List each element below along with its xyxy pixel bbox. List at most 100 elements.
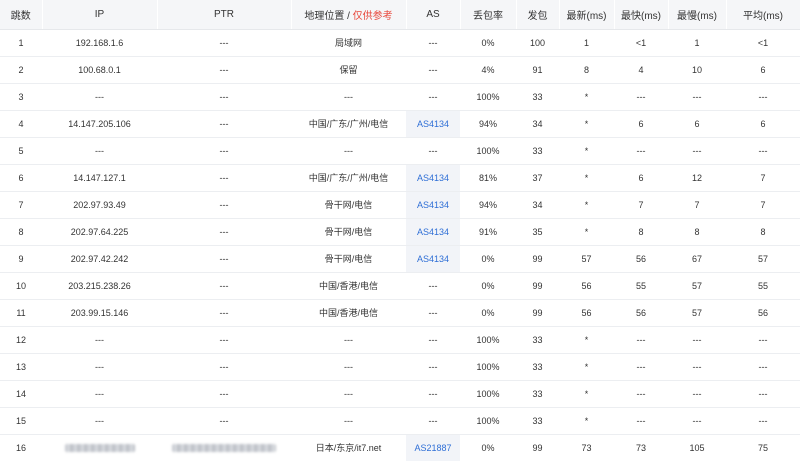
cell-as[interactable]: AS4134 bbox=[406, 218, 460, 245]
cell-avg: --- bbox=[758, 388, 768, 399]
col-ptr[interactable]: PTR bbox=[157, 0, 292, 30]
cell-worst: 12 bbox=[691, 172, 702, 183]
cell-ptr: --- bbox=[219, 388, 229, 399]
cell-ptr: --- bbox=[219, 172, 229, 183]
cell-as: --- bbox=[428, 388, 438, 399]
cell-last: * bbox=[584, 145, 589, 156]
cell-hop: 8 bbox=[18, 226, 24, 237]
as-link[interactable]: AS4134 bbox=[417, 200, 449, 210]
as-link[interactable]: AS4134 bbox=[417, 119, 449, 129]
cell-best: 7 bbox=[638, 199, 644, 210]
cell-as: --- bbox=[428, 280, 438, 291]
cell-ip: 14.147.127.1 bbox=[73, 172, 126, 183]
cell-best: 6 bbox=[638, 172, 644, 183]
table-row: 5 --- --- --- --- 100% 33 * --- --- --- bbox=[0, 137, 800, 164]
cell-as[interactable]: AS4134 bbox=[406, 245, 460, 272]
cell-sent: 34 bbox=[532, 199, 543, 210]
cell-sent: 33 bbox=[532, 91, 543, 102]
table-row: 2 100.68.0.1 --- 保留 --- 4% 91 8 4 10 6 bbox=[0, 56, 800, 83]
cell-geo: 中国/香港/电信 bbox=[318, 308, 378, 318]
cell-last: 56 bbox=[581, 280, 592, 291]
cell-hop: 7 bbox=[18, 199, 24, 210]
cell-hop: 2 bbox=[18, 64, 24, 75]
cell-avg: --- bbox=[758, 415, 768, 426]
cell-ip: --- bbox=[95, 91, 104, 102]
col-last[interactable]: 最新(ms) bbox=[559, 0, 615, 30]
cell-as[interactable]: AS4134 bbox=[406, 191, 460, 218]
table-header-row: 跳数 IP PTR 地理位置 / 仅供参考 AS 丢包率 发包 最新(ms) 最… bbox=[0, 0, 800, 30]
cell-worst: --- bbox=[692, 361, 702, 372]
cell-ip: 100.68.0.1 bbox=[78, 64, 121, 75]
col-hop[interactable]: 跳数 bbox=[0, 0, 43, 30]
cell-as: --- bbox=[428, 145, 438, 156]
cell-geo: --- bbox=[344, 145, 353, 156]
cell-best: --- bbox=[636, 361, 646, 372]
cell-avg: --- bbox=[758, 91, 768, 102]
cell-avg: 75 bbox=[757, 442, 768, 453]
cell-as: --- bbox=[428, 334, 438, 345]
cell-ptr: --- bbox=[219, 91, 229, 102]
cell-worst: 67 bbox=[691, 253, 702, 264]
as-link[interactable]: AS21887 bbox=[414, 443, 451, 453]
cell-avg: 55 bbox=[757, 280, 768, 291]
cell-loss: 100% bbox=[476, 415, 500, 426]
cell-ptr: --- bbox=[219, 280, 229, 291]
cell-worst: 7 bbox=[694, 199, 700, 210]
col-avg[interactable]: 平均(ms) bbox=[726, 0, 800, 30]
cell-last: 56 bbox=[581, 307, 592, 318]
cell-ip: 203.99.15.146 bbox=[70, 307, 129, 318]
table-row: 14 --- --- --- --- 100% 33 * --- --- --- bbox=[0, 380, 800, 407]
col-loss[interactable]: 丢包率 bbox=[460, 0, 517, 30]
as-link[interactable]: AS4134 bbox=[417, 173, 449, 183]
cell-geo: 中国/香港/电信 bbox=[318, 281, 378, 291]
col-geo[interactable]: 地理位置 / 仅供参考 bbox=[291, 0, 407, 30]
cell-best: 56 bbox=[635, 253, 646, 264]
cell-geo: 保留 bbox=[339, 65, 358, 75]
cell-as: --- bbox=[428, 37, 438, 48]
as-link[interactable]: AS4134 bbox=[417, 227, 449, 237]
as-link[interactable]: AS4134 bbox=[417, 254, 449, 264]
col-ip[interactable]: IP bbox=[42, 0, 158, 30]
cell-ptr: --- bbox=[219, 307, 229, 318]
col-as[interactable]: AS bbox=[406, 0, 461, 30]
cell-ip: --- bbox=[95, 145, 104, 156]
cell-geo: --- bbox=[344, 388, 353, 399]
col-worst[interactable]: 最慢(ms) bbox=[668, 0, 727, 30]
cell-loss: 100% bbox=[476, 361, 500, 372]
cell-loss: 91% bbox=[478, 226, 497, 237]
cell-sent: 99 bbox=[532, 442, 543, 453]
cell-loss: 0% bbox=[481, 280, 495, 291]
table-row: 4 14.147.205.106 --- 中国/广东/广州/电信 AS4134 94% 34… bbox=[0, 110, 800, 137]
cell-geo: 日本/东京/it7.net bbox=[315, 443, 382, 454]
cell-hop: 16 bbox=[15, 442, 26, 453]
cell-worst: 6 bbox=[694, 118, 700, 129]
cell-sent: 33 bbox=[532, 145, 543, 156]
cell-sent: 33 bbox=[532, 388, 543, 399]
cell-sent: 99 bbox=[532, 280, 543, 291]
cell-worst: --- bbox=[692, 91, 702, 102]
col-geo-label: 地理位置 bbox=[304, 10, 345, 22]
cell-geo: 骨干网/电信 bbox=[324, 254, 373, 264]
col-best[interactable]: 最快(ms) bbox=[614, 0, 669, 30]
cell-last: * bbox=[584, 91, 589, 102]
cell-worst: --- bbox=[692, 415, 702, 426]
cell-as[interactable]: AS4134 bbox=[406, 164, 460, 191]
table-row: 10 203.215.238.26 --- 中国/香港/电信 --- 0% 99 56 55 57… bbox=[0, 272, 800, 299]
cell-as[interactable]: AS4134 bbox=[406, 110, 460, 137]
cell-worst: --- bbox=[692, 388, 702, 399]
cell-last: * bbox=[584, 199, 589, 210]
cell-ip: --- bbox=[95, 334, 104, 345]
cell-hop: 11 bbox=[16, 307, 26, 318]
cell-best: --- bbox=[636, 145, 646, 156]
cell-avg: 6 bbox=[760, 118, 766, 129]
cell-worst: --- bbox=[692, 334, 702, 345]
cell-worst: 1 bbox=[694, 37, 700, 48]
cell-as[interactable]: AS21887 bbox=[406, 434, 460, 461]
col-sent[interactable]: 发包 bbox=[516, 0, 560, 30]
cell-as: --- bbox=[428, 64, 438, 75]
cell-best: 6 bbox=[638, 118, 644, 129]
cell-as: --- bbox=[428, 307, 438, 318]
cell-ptr bbox=[157, 434, 291, 461]
cell-hop: 5 bbox=[18, 145, 24, 156]
cell-as: --- bbox=[428, 361, 438, 372]
